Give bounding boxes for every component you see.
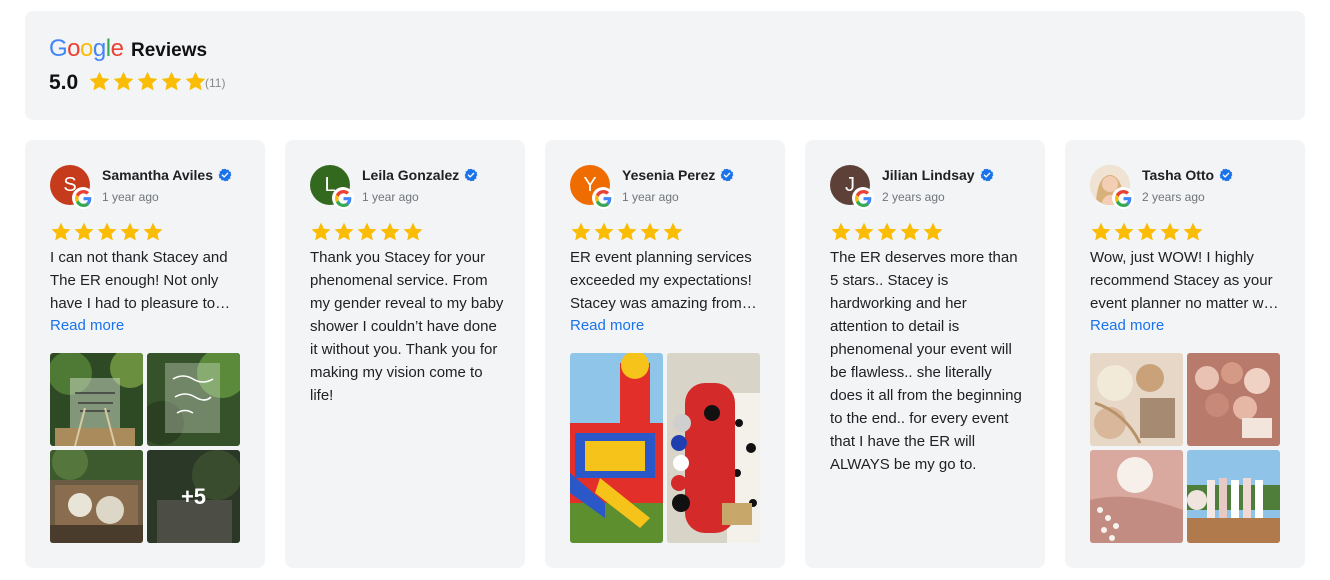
- star-icon: [160, 70, 183, 93]
- review-photo[interactable]: [667, 353, 760, 543]
- review-text: I can not thank Stacey and The ER enough…: [50, 249, 228, 312]
- review-photo[interactable]: [1187, 353, 1280, 446]
- review-card: J Jilian Lindsay 2 years ago The ER dese…: [805, 140, 1045, 568]
- reviewer-name[interactable]: Samantha Aviles: [102, 167, 232, 183]
- review-date: 1 year ago: [102, 190, 159, 204]
- google-badge-icon: [592, 187, 614, 209]
- review-photo-more[interactable]: +5: [147, 450, 240, 543]
- review-stars: [830, 221, 944, 243]
- star-icon: [1113, 221, 1135, 243]
- read-more-link[interactable]: Read more: [1090, 317, 1164, 334]
- review-text: Wow, just WOW! I highly recommend Stacey…: [1090, 249, 1285, 312]
- google-logo: Google: [49, 35, 124, 62]
- star-icon: [662, 221, 684, 243]
- review-photo[interactable]: [1090, 353, 1183, 446]
- verified-icon: [464, 168, 478, 182]
- review-photo[interactable]: [570, 353, 663, 543]
- star-icon: [1136, 221, 1158, 243]
- reviewer-name-text[interactable]: Jilian Lindsay: [882, 167, 975, 183]
- review-stars: [1090, 221, 1204, 243]
- reviewer-name[interactable]: Tasha Otto: [1142, 167, 1233, 183]
- star-icon: [1182, 221, 1204, 243]
- star-icon: [639, 221, 661, 243]
- star-icon: [1159, 221, 1181, 243]
- verified-icon: [1219, 168, 1233, 182]
- star-icon: [136, 70, 159, 93]
- star-icon: [88, 70, 111, 93]
- star-icon: [570, 221, 592, 243]
- review-stars: [310, 221, 424, 243]
- review-text: Thank you Stacey for your phenomenal ser…: [310, 249, 504, 404]
- review-count: (11): [205, 76, 226, 90]
- star-icon: [899, 221, 921, 243]
- star-icon: [50, 221, 72, 243]
- review-date: 2 years ago: [1142, 190, 1205, 204]
- star-icon: [112, 70, 135, 93]
- review-photo[interactable]: [1187, 450, 1280, 543]
- google-badge-icon: [332, 187, 354, 209]
- verified-icon: [720, 168, 734, 182]
- google-badge-icon: [72, 187, 94, 209]
- review-date: 1 year ago: [362, 190, 419, 204]
- reviewer-name-text[interactable]: Leila Gonzalez: [362, 167, 459, 183]
- star-icon: [356, 221, 378, 243]
- reviews-title: Reviews: [131, 40, 208, 61]
- review-photo[interactable]: [50, 353, 143, 446]
- review-card: L Leila Gonzalez 1 year ago Thank you St…: [285, 140, 525, 568]
- star-icon: [379, 221, 401, 243]
- star-icon: [922, 221, 944, 243]
- review-text: The ER deserves more than 5 stars.. Stac…: [830, 249, 1022, 473]
- google-badge-icon: [1112, 187, 1134, 209]
- overall-stars: [88, 70, 207, 93]
- review-card: Y Yesenia Perez 1 year ago ER event plan…: [545, 140, 785, 568]
- star-icon: [853, 221, 875, 243]
- star-icon: [310, 221, 332, 243]
- reviewer-name[interactable]: Jilian Lindsay: [882, 167, 994, 183]
- star-icon: [184, 70, 207, 93]
- review-date: 2 years ago: [882, 190, 945, 204]
- google-badge-icon: [852, 187, 874, 209]
- review-card: Tasha Otto 2 years ago Wow, just WOW! I …: [1065, 140, 1305, 568]
- review-photo[interactable]: [147, 353, 240, 446]
- read-more-link[interactable]: Read more: [50, 317, 124, 334]
- star-icon: [876, 221, 898, 243]
- review-text: ER event planning services exceeded my e…: [570, 249, 752, 312]
- star-icon: [830, 221, 852, 243]
- overall-rating: 5.0: [49, 71, 79, 94]
- review-card: S Samantha Aviles 1 year ago I can not t…: [25, 140, 265, 568]
- reviews-header: Google Reviews 5.0 (11): [25, 11, 1305, 120]
- reviewer-name[interactable]: Leila Gonzalez: [362, 167, 478, 183]
- reviewer-name-text[interactable]: Samantha Aviles: [102, 167, 213, 183]
- reviewer-name-text[interactable]: Tasha Otto: [1142, 167, 1214, 183]
- review-photo[interactable]: [1090, 450, 1183, 543]
- read-more-link[interactable]: Read more: [570, 317, 644, 334]
- verified-icon: [980, 168, 994, 182]
- photo-more-count[interactable]: +5: [147, 450, 240, 543]
- star-icon: [593, 221, 615, 243]
- review-date: 1 year ago: [622, 190, 679, 204]
- star-icon: [73, 221, 95, 243]
- review-photo[interactable]: [50, 450, 143, 543]
- star-icon: [96, 221, 118, 243]
- star-icon: [119, 221, 141, 243]
- star-icon: [616, 221, 638, 243]
- star-icon: [402, 221, 424, 243]
- star-icon: [333, 221, 355, 243]
- reviewer-name[interactable]: Yesenia Perez: [622, 167, 734, 183]
- reviewer-name-text[interactable]: Yesenia Perez: [622, 167, 715, 183]
- review-stars: [50, 221, 164, 243]
- verified-icon: [218, 168, 232, 182]
- star-icon: [142, 221, 164, 243]
- review-stars: [570, 221, 684, 243]
- star-icon: [1090, 221, 1112, 243]
